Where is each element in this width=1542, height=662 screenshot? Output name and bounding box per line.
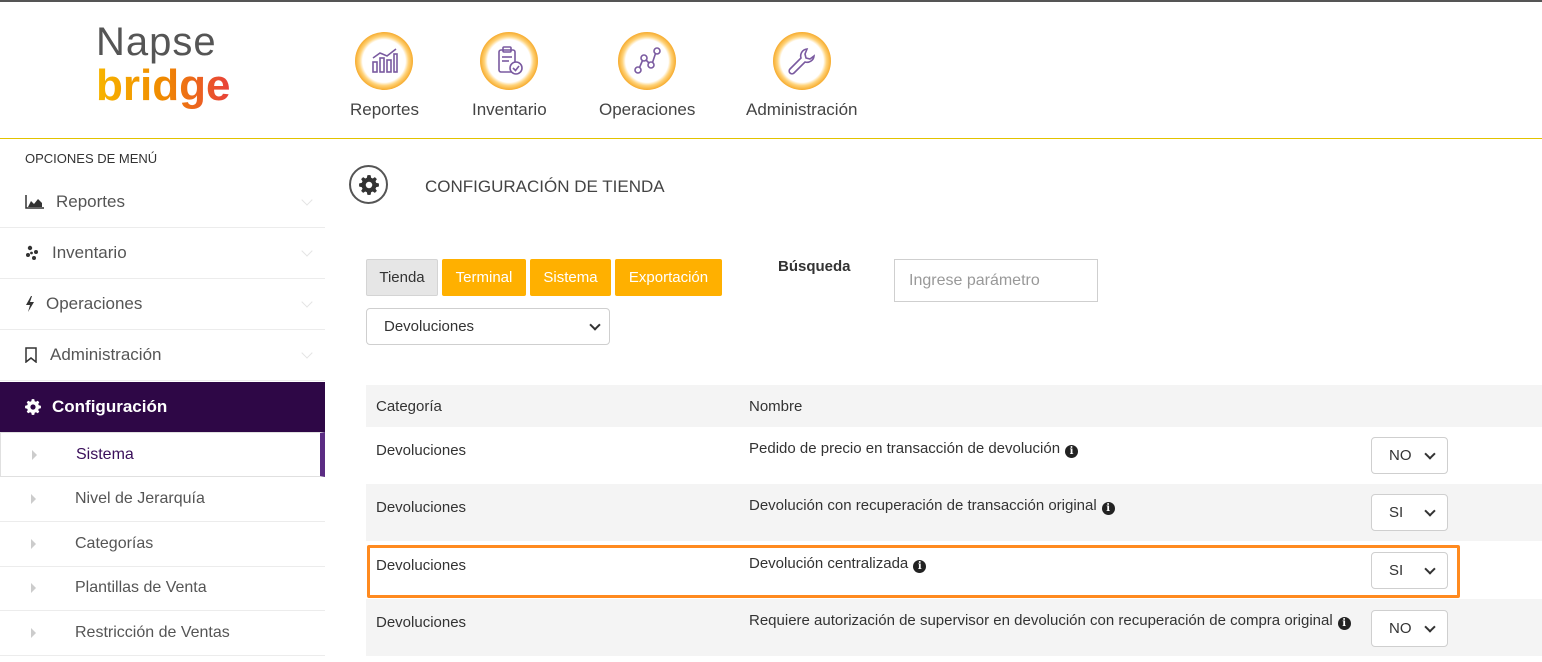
bookmark-icon (24, 346, 38, 364)
row-category: Devoluciones (376, 442, 467, 459)
app-header: Napse bridge Reportes Inventario Operaci… (0, 2, 1542, 139)
row-name-text: Pedido de precio en transacción de devol… (749, 440, 1061, 457)
table-header: Categoría Nombre (366, 385, 1542, 427)
topnav-label: Administración (746, 100, 858, 119)
info-icon[interactable]: i (1337, 617, 1351, 630)
sidebar-subitem-label: Sistema (76, 445, 134, 463)
tab-terminal[interactable]: Terminal (442, 259, 526, 296)
header-name: Nombre (749, 398, 803, 415)
chevron-down-icon (1424, 563, 1436, 575)
row-category: Devoluciones (376, 499, 467, 516)
sidebar-subitem-sistema[interactable]: Sistema (0, 432, 325, 477)
topnav-label: Inventario (472, 100, 547, 119)
napse-bridge-logo[interactable]: Napse bridge (96, 20, 236, 120)
caret-right-icon (31, 539, 36, 549)
topnav-reportes[interactable]: Reportes (350, 32, 419, 120)
sidebar-item-reportes[interactable]: Reportes (0, 177, 325, 228)
nodes-icon (618, 32, 677, 90)
chart-icon (355, 32, 414, 90)
sidebar-item-inventario[interactable]: Inventario (0, 228, 325, 279)
caret-right-icon (31, 494, 36, 504)
caret-right-icon (32, 450, 37, 460)
info-icon[interactable]: i (1101, 502, 1115, 515)
search-label: Búsqueda (778, 258, 851, 275)
sidebar-subitem-label: Categorías (75, 535, 154, 552)
sidebar: OPCIONES DE MENÚ Reportes Inventario Ope… (0, 140, 325, 662)
tab-sistema[interactable]: Sistema (530, 259, 611, 296)
row-name: Devolución centralizada i (749, 555, 927, 573)
sidebar-title: OPCIONES DE MENÚ (25, 151, 158, 166)
row-name-text: Devolución con recuperación de transacci… (749, 497, 1097, 514)
info-icon[interactable]: i (1065, 445, 1079, 458)
info-icon[interactable]: i (913, 560, 927, 573)
sidebar-item-label: Administración (50, 345, 162, 364)
row-value-select[interactable]: SI (1371, 552, 1448, 589)
wrench-icon (772, 32, 831, 90)
search-input[interactable] (894, 259, 1098, 302)
sidebar-item-label: Operaciones (46, 294, 143, 313)
caret-right-icon (31, 628, 36, 638)
row-name-text: Devolución centralizada (749, 555, 909, 572)
row-category: Devoluciones (376, 557, 467, 574)
tab-tienda[interactable]: Tienda (366, 259, 438, 296)
sidebar-subitem-label: Nivel de Jerarquía (75, 490, 205, 507)
chevron-down-icon (301, 194, 313, 206)
gear-icon (24, 398, 42, 416)
sidebar-item-configuracion[interactable]: Configuración (0, 382, 325, 432)
table-row: Devoluciones Pedido de precio en transac… (366, 427, 1542, 484)
sidebar-subitem-restriccion-ventas[interactable]: Restricción de Ventas (0, 611, 325, 656)
row-value-select[interactable]: SI (1371, 494, 1448, 531)
table-row: Devoluciones Devolución con recuperación… (366, 484, 1542, 541)
area-chart-icon (24, 193, 46, 211)
sidebar-subitem-categorias[interactable]: Categorías (0, 522, 325, 567)
sidebar-subitem-label: Restricción de Ventas (75, 624, 230, 641)
sidebar-subitem-label: Plantillas de Venta (75, 579, 207, 596)
sidebar-item-label: Inventario (52, 243, 127, 262)
category-select-value: Devoluciones (384, 318, 475, 335)
row-name-text: Requiere autorización de supervisor en d… (749, 612, 1333, 629)
row-name: Requiere autorización de supervisor en d… (749, 612, 1351, 630)
bolt-icon (24, 295, 36, 313)
topnav-administracion[interactable]: Administración (746, 32, 858, 120)
sidebar-subitem-nivel-jerarquia[interactable]: Nivel de Jerarquía (0, 477, 325, 522)
row-value: SI (1389, 562, 1404, 579)
tab-exportacion[interactable]: Exportación (615, 259, 722, 296)
logo-text-bottom: bridge (96, 61, 231, 110)
clipboard-check-icon (480, 32, 539, 90)
table-row: Devoluciones Devolución centralizada i SI (366, 542, 1542, 599)
chevron-down-icon (589, 319, 601, 331)
logo-text-top: Napse (96, 20, 217, 64)
chevron-down-icon (301, 347, 313, 359)
topnav-label: Reportes (350, 100, 419, 119)
sidebar-item-label: Configuración (52, 397, 168, 416)
chevron-down-icon (1424, 448, 1436, 460)
page-title: CONFIGURACIÓN DE TIENDA (425, 177, 665, 196)
row-value: NO (1389, 447, 1412, 464)
row-value: SI (1389, 504, 1404, 521)
category-select[interactable]: Devoluciones (366, 308, 610, 345)
chevron-down-icon (301, 296, 313, 308)
caret-right-icon (31, 583, 36, 593)
row-name: Devolución con recuperación de transacci… (749, 497, 1115, 515)
sidebar-item-operaciones[interactable]: Operaciones (0, 279, 325, 330)
row-value-select[interactable]: NO (1371, 437, 1448, 474)
topnav-inventario[interactable]: Inventario (472, 32, 547, 120)
chevron-down-icon (1424, 505, 1436, 517)
sidebar-item-label: Reportes (56, 192, 125, 211)
table-row: Devoluciones Requiere autorización de su… (366, 599, 1542, 656)
settings-gear-icon (349, 165, 388, 204)
row-value-select[interactable]: NO (1371, 610, 1448, 647)
header-category: Categoría (376, 398, 442, 415)
yelp-icon (24, 244, 40, 262)
sidebar-subitem-plantillas-venta[interactable]: Plantillas de Venta (0, 566, 325, 611)
row-category: Devoluciones (376, 614, 467, 631)
topnav-operaciones[interactable]: Operaciones (599, 32, 695, 120)
sidebar-item-administracion[interactable]: Administración (0, 330, 325, 381)
chevron-down-icon (301, 245, 313, 257)
topnav-label: Operaciones (599, 100, 696, 119)
row-value: NO (1389, 620, 1412, 637)
chevron-down-icon (1424, 621, 1436, 633)
row-name: Pedido de precio en transacción de devol… (749, 440, 1079, 458)
